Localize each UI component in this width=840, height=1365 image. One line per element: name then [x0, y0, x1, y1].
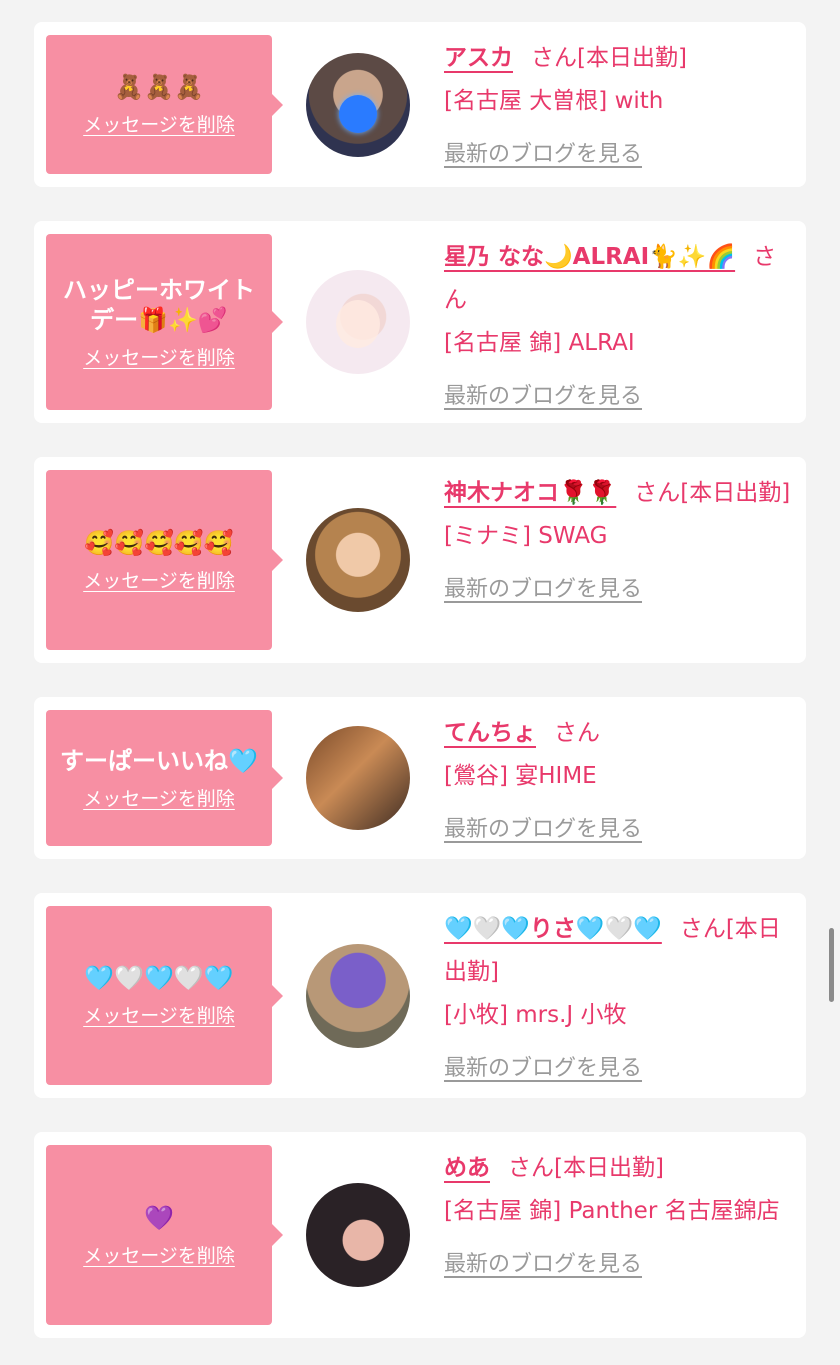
vertical-scrollbar[interactable] [829, 928, 834, 1002]
delete-message-link[interactable]: メッセージを削除 [83, 110, 235, 137]
cast-suffix: さん [554, 720, 600, 746]
avatar-container [272, 35, 444, 174]
cast-info: めあ さん[本日出勤] [名古屋 錦] Panther 名古屋錦店 最新のブログを… [444, 1145, 794, 1325]
avatar[interactable] [306, 943, 410, 1048]
cast-suffix: さん[本日出勤] [531, 45, 687, 71]
cast-name-link[interactable]: 星乃 なな🌙ALRAI🐈✨🌈 [444, 244, 735, 270]
message-bubble: 💜 メッセージを削除 [46, 1145, 283, 1325]
message-bubble: ハッピーホワイトデー🎁✨💕 メッセージを削除 [46, 234, 283, 410]
cast-info: アスカ さん[本日出勤] [名古屋 大曽根] with 最新のブログを見る [444, 35, 794, 174]
shop-info: [名古屋 錦] ALRAI [444, 330, 635, 356]
blue-heart-sticker-icon [339, 94, 377, 133]
avatar-container [272, 234, 444, 410]
delete-message-link[interactable]: メッセージを削除 [83, 1241, 235, 1268]
message-text: 🩵🤍🩵🤍🩵 [84, 964, 234, 992]
message-card: 🩵🤍🩵🤍🩵 メッセージを削除 🩵🤍🩵りさ🩵🤍🩵 さん[本日出勤] [小牧] mrs… [34, 893, 806, 1098]
message-bubble: 🩵🤍🩵🤍🩵 メッセージを削除 [46, 906, 283, 1085]
avatar[interactable] [306, 1183, 410, 1287]
message-bubble: 🥰🥰🥰🥰🥰 メッセージを削除 [46, 470, 283, 650]
message-list: 🧸🧸🧸 メッセージを削除 アスカ さん[本日出勤] [名古屋 大曽根] with … [34, 22, 806, 1338]
shop-info: [小牧] mrs.J 小牧 [444, 1002, 627, 1028]
avatar[interactable] [306, 726, 410, 830]
message-card: ハッピーホワイトデー🎁✨💕 メッセージを削除 星乃 なな🌙ALRAI🐈✨🌈 さん … [34, 221, 806, 423]
delete-message-link[interactable]: メッセージを削除 [83, 784, 235, 811]
latest-blog-link[interactable]: 最新のブログを見る [444, 1047, 642, 1090]
avatar[interactable] [306, 508, 410, 612]
avatar[interactable] [306, 270, 410, 374]
cast-suffix: さん[本日出勤] [634, 480, 791, 506]
message-card: 💜 メッセージを削除 めあ さん[本日出勤] [名古屋 錦] Panther 名古… [34, 1132, 806, 1338]
message-card: 🥰🥰🥰🥰🥰 メッセージを削除 神木ナオコ🌹🌹 さん[本日出勤] [ミナミ] SWA… [34, 457, 806, 663]
latest-blog-link[interactable]: 最新のブログを見る [444, 1243, 642, 1286]
delete-message-link[interactable]: メッセージを削除 [83, 1001, 235, 1028]
shop-info: [鶯谷] 宴HIME [444, 763, 597, 789]
cast-name-link[interactable]: てんちょ [444, 720, 536, 746]
message-bubble: 🧸🧸🧸 メッセージを削除 [46, 35, 283, 174]
message-card: 🧸🧸🧸 メッセージを削除 アスカ さん[本日出勤] [名古屋 大曽根] with … [34, 22, 806, 187]
latest-blog-link[interactable]: 最新のブログを見る [444, 568, 642, 611]
avatar-container [272, 906, 444, 1085]
cast-name-link[interactable]: アスカ [444, 45, 513, 71]
shop-info: [ミナミ] SWAG [444, 523, 608, 549]
delete-message-link[interactable]: メッセージを削除 [83, 343, 235, 370]
cast-info: 神木ナオコ🌹🌹 さん[本日出勤] [ミナミ] SWAG 最新のブログを見る [444, 470, 794, 650]
avatar[interactable] [306, 52, 410, 157]
message-card: すーぱーいいね🩵 メッセージを削除 てんちょ さん [鶯谷] 宴HIME 最新のブ… [34, 697, 806, 859]
avatar-container [272, 1145, 444, 1325]
latest-blog-link[interactable]: 最新のブログを見る [444, 375, 642, 418]
cast-info: 🩵🤍🩵りさ🩵🤍🩵 さん[本日出勤] [小牧] mrs.J 小牧 最新のブログを見る [444, 906, 794, 1085]
message-text: 🥰🥰🥰🥰🥰 [84, 528, 234, 557]
shop-info: [名古屋 錦] Panther 名古屋錦店 [444, 1198, 780, 1224]
cast-suffix: さん[本日出勤] [508, 1155, 664, 1181]
cast-name-link[interactable]: 🩵🤍🩵りさ🩵🤍🩵 [444, 916, 662, 942]
cast-name-link[interactable]: 神木ナオコ🌹🌹 [444, 480, 616, 506]
message-text: ハッピーホワイトデー🎁✨💕 [63, 275, 255, 334]
latest-blog-link[interactable]: 最新のブログを見る [444, 133, 642, 176]
shop-info: [名古屋 大曽根] with [444, 88, 664, 114]
cast-info: 星乃 なな🌙ALRAI🐈✨🌈 さん [名古屋 錦] ALRAI 最新のブログを見る [444, 234, 794, 410]
message-text: すーぱーいいね🩵 [60, 746, 258, 775]
delete-message-link[interactable]: メッセージを削除 [83, 566, 235, 593]
avatar-container [272, 710, 444, 846]
cast-info: てんちょ さん [鶯谷] 宴HIME 最新のブログを見る [444, 710, 794, 846]
message-bubble: すーぱーいいね🩵 メッセージを削除 [46, 710, 283, 846]
portrait-icon [336, 300, 380, 348]
latest-blog-link[interactable]: 最新のブログを見る [444, 808, 642, 851]
message-text: 🧸🧸🧸 [114, 73, 204, 101]
cast-name-link[interactable]: めあ [444, 1155, 490, 1181]
message-text: 💜 [144, 1203, 174, 1232]
avatar-container [272, 470, 444, 650]
